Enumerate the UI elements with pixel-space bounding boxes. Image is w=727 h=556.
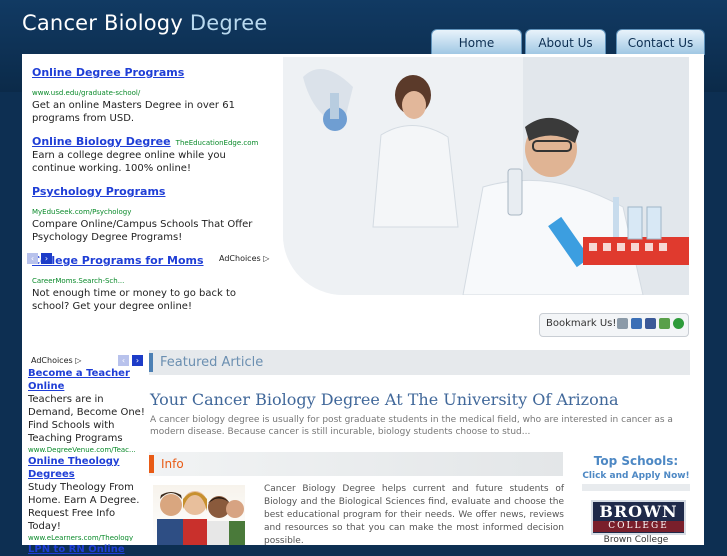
top-schools-title: Top Schools: <box>593 454 679 468</box>
featured-section-header: Featured Article <box>149 350 690 375</box>
section-marker <box>149 455 154 473</box>
ad-title[interactable]: Become a Teacher Online <box>28 367 146 393</box>
info-text: Cancer Biology Degree helps current and … <box>264 484 564 546</box>
ad-prev-button[interactable]: ‹ <box>27 253 38 264</box>
ad-url[interactable]: CareerMoms.Search-Sch... <box>32 277 124 285</box>
article-title[interactable]: Your Cancer Biology Degree At The Univer… <box>150 390 619 409</box>
section-marker <box>149 353 153 372</box>
adchoices-link[interactable]: AdChoices ▷ <box>31 356 81 365</box>
ad-item[interactable]: Become a Teacher Online Teachers are in … <box>28 367 146 453</box>
ad-item[interactable]: Online Theology Degrees Study Theology F… <box>28 455 146 541</box>
top-schools-header: Top Schools: Click and Apply Now! <box>582 451 690 484</box>
ad-description: Get an online Masters Degree in over 61 … <box>32 100 235 124</box>
facebook-icon[interactable] <box>645 318 656 329</box>
bookmark-bar: Bookmark Us! <box>539 313 689 337</box>
site-title-main: Cancer Biology <box>22 11 183 35</box>
ad-url[interactable]: www.eLearners.com/Theology <box>28 533 146 541</box>
ad-next-button[interactable]: › <box>41 253 52 264</box>
site-title-accent: Degree <box>189 11 268 35</box>
ad-next-button[interactable]: › <box>132 355 143 366</box>
nav-about-us[interactable]: About Us <box>525 29 606 55</box>
bookmark-label: Bookmark Us! <box>546 318 617 329</box>
nav-contact-us[interactable]: Contact Us <box>616 29 705 55</box>
top-schools-subtitle: Click and Apply Now! <box>582 471 690 481</box>
ad-item[interactable]: Online Degree Programs www.usd.edu/gradu… <box>32 61 268 125</box>
ad-url[interactable]: MyEduSeek.com/Psychology <box>32 208 131 216</box>
brown-college-link[interactable]: Brown College <box>582 535 690 545</box>
ad-url[interactable]: www.DegreeVenue.com/Teac... <box>28 445 146 453</box>
ad-item[interactable]: Psychology Programs MyEduSeek.com/Psycho… <box>32 180 268 244</box>
ad-description: Teachers are in Demand, Become One! Find… <box>28 394 145 444</box>
ad-description: Compare Online/Campus Schools That Offer… <box>32 219 253 243</box>
top-ad-block: Online Degree Programs www.usd.edu/gradu… <box>32 61 268 318</box>
ad-title[interactable]: Online Biology Degree <box>32 135 171 148</box>
site-title[interactable]: Cancer Biology Degree <box>22 11 267 35</box>
digg-icon[interactable] <box>617 318 628 329</box>
brown-college-logo[interactable]: BROWN COLLEGE <box>591 500 686 535</box>
ad-description: Earn a college degree online while you c… <box>32 150 226 174</box>
ad-title[interactable]: College Programs for Moms <box>32 254 204 267</box>
nav-home[interactable]: Home <box>431 29 522 55</box>
ad-url[interactable]: TheEducationEdge.com <box>176 139 259 147</box>
stumbleupon-icon[interactable] <box>673 318 684 329</box>
main-content: Online Degree Programs www.usd.edu/gradu… <box>22 54 704 555</box>
ad-title[interactable]: Psychology Programs <box>32 185 165 198</box>
ad-title[interactable]: Online Theology Degrees <box>28 455 146 481</box>
info-label: Info <box>161 457 184 471</box>
hero-image <box>283 57 689 295</box>
top-schools-divider <box>582 484 690 491</box>
students-image <box>153 485 245 545</box>
left-ad-block: Become a Teacher Online Teachers are in … <box>28 367 146 556</box>
lab-scientists-illustration <box>283 57 689 295</box>
article-excerpt: A cancer biology degree is usually for p… <box>150 415 673 437</box>
info-section-header: Info <box>149 452 563 476</box>
top-ad-pager: ‹ › <box>27 253 57 265</box>
left-ad-pager: ‹ › <box>118 355 144 367</box>
logo-line-1: BROWN <box>599 502 678 521</box>
featured-label: Featured Article <box>160 355 264 370</box>
ad-description: Study Theology From Home. Earn A Degree.… <box>28 482 140 532</box>
ad-description: Not enough time or money to go back to s… <box>32 288 236 312</box>
google-icon[interactable] <box>659 318 670 329</box>
logo-line-2: COLLEGE <box>593 521 684 532</box>
students-photo <box>157 491 245 545</box>
ad-prev-button[interactable]: ‹ <box>118 355 129 366</box>
adchoices-link[interactable]: AdChoices ▷ <box>219 254 269 263</box>
delicious-icon[interactable] <box>631 318 642 329</box>
ad-url[interactable]: www.usd.edu/graduate-school/ <box>32 89 140 97</box>
ad-item[interactable]: Online Biology Degree TheEducationEdge.c… <box>32 130 268 175</box>
ad-title[interactable]: Online Degree Programs <box>32 66 184 79</box>
